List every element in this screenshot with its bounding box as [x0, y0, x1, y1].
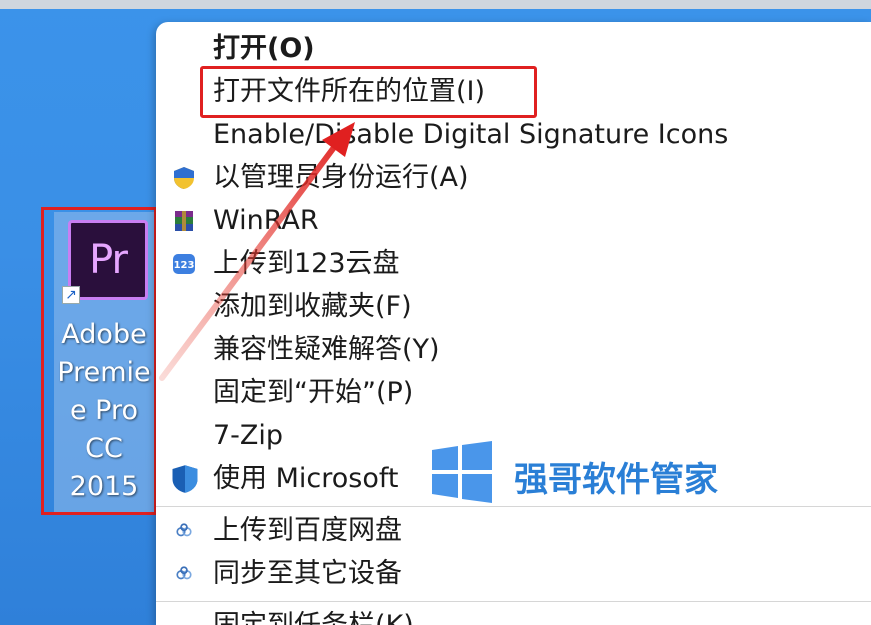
windows-logo-icon — [432, 441, 492, 503]
desktop-background: Pr ↗ Adobe Premie e Pro CC 2015 打开(O) 打开… — [0, 0, 871, 625]
watermark-text: 强哥软件管家 — [514, 460, 718, 500]
annotation-arrow — [159, 122, 355, 381]
